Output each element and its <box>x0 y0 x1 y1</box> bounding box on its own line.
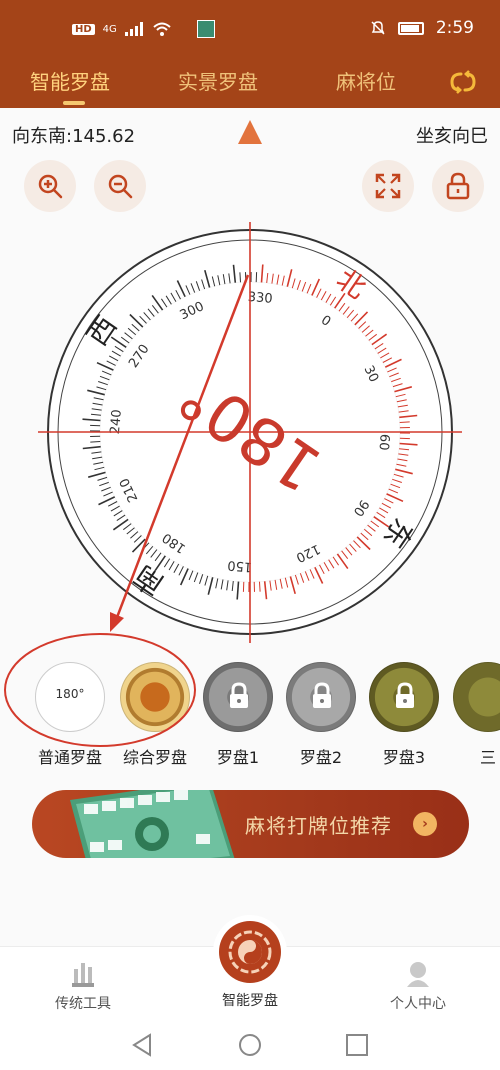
zoom-out-button[interactable] <box>94 160 146 212</box>
tools-icon <box>72 963 94 987</box>
compass-style-label: 三 <box>479 748 496 767</box>
zoom-in-icon <box>38 174 63 199</box>
user-avatar-icon <box>407 962 429 987</box>
compass-style-label: 罗盘2 <box>299 748 343 767</box>
compass-style-item[interactable]: 罗盘1 <box>198 658 278 768</box>
compass-degree-label: 60 <box>375 433 391 451</box>
compass-style-item[interactable]: 罗盘2 <box>281 658 361 768</box>
compass-tick <box>239 272 241 283</box>
back-icon[interactable] <box>130 1032 156 1058</box>
status-left: HD 4G <box>72 20 215 38</box>
compass-degree-label: 150 <box>227 557 253 574</box>
compass-dial[interactable]: 0306090120150180210240270300330 东 南 西 北 … <box>30 220 470 645</box>
zoom-out-icon <box>108 174 133 199</box>
lock-icon <box>230 682 248 708</box>
tab-mahjong-seat[interactable]: 麻将位 <box>336 66 396 95</box>
compass-tick <box>90 441 101 443</box>
compass-style-thumbnail <box>453 662 500 732</box>
sitting-direction: 坐亥向巳 <box>416 126 488 147</box>
lock-icon <box>446 172 470 200</box>
nav-traditional-tools[interactable]: 传统工具 <box>23 959 143 1013</box>
compass-tick <box>399 421 410 423</box>
switch-icon[interactable] <box>446 68 480 96</box>
active-tab-indicator <box>63 101 85 105</box>
hd-badge: HD <box>72 23 95 35</box>
compass-degree-label: 330 <box>247 290 273 307</box>
direction-reading: 向东南:145.62 <box>12 126 136 147</box>
mahjong-recommend-banner[interactable]: 麻将打牌位推荐 › <box>32 790 469 858</box>
fullscreen-icon <box>375 173 401 199</box>
nav-personal-center[interactable]: 个人中心 <box>358 959 478 1013</box>
compass-style-label: 罗盘1 <box>216 748 260 767</box>
home-icon[interactable] <box>237 1032 263 1058</box>
recents-icon[interactable] <box>344 1032 370 1058</box>
lock-icon <box>396 682 414 708</box>
lock-button[interactable] <box>432 160 484 212</box>
fullscreen-button[interactable] <box>362 160 414 212</box>
nav-right-label: 个人中心 <box>390 996 446 1012</box>
nav-smart-compass[interactable] <box>213 915 287 989</box>
wifi-icon <box>153 22 171 36</box>
compass-style-label: 综合罗盘 <box>122 748 187 767</box>
compass-style-thumbnail <box>203 662 273 732</box>
compass-style-item[interactable]: 综合罗盘 <box>115 658 195 768</box>
yin-yang-icon <box>219 921 281 983</box>
app-thumbnail-icon <box>196 20 215 38</box>
signal-icon <box>124 22 143 36</box>
compass-style-thumbnail <box>369 662 439 732</box>
status-right: 2:59 <box>370 18 474 38</box>
compass-degree-label: 240 <box>108 409 125 435</box>
compass-style-label: 普通罗盘 <box>37 748 102 767</box>
lock-icon <box>313 682 331 708</box>
mute-bell-icon <box>371 21 385 35</box>
compass-style-item[interactable]: 罗盘3 <box>364 658 444 768</box>
compass-style-item[interactable]: 180° 普通罗盘 <box>30 658 110 768</box>
compass-style-item[interactable]: 三 <box>448 658 500 768</box>
compass-tick <box>259 581 261 592</box>
pointer-triangle-icon <box>238 120 262 144</box>
system-nav-bar <box>0 1022 500 1070</box>
battery-icon <box>397 21 424 35</box>
status-time: 2:59 <box>435 18 474 38</box>
mahjong-tiles-illustration <box>70 790 235 858</box>
compass-style-label: 罗盘3 <box>382 748 426 767</box>
status-bar: HD 4G 2:59 <box>0 0 500 58</box>
top-tab-bar: 智能罗盘 实景罗盘 麻将位 <box>0 58 500 108</box>
tab-live-compass[interactable]: 实景罗盘 <box>178 66 258 95</box>
nav-left-label: 传统工具 <box>55 996 111 1012</box>
zoom-in-button[interactable] <box>24 160 76 212</box>
compass-style-list: 180° 普通罗盘 综合罗盘 罗盘1 罗盘2 罗盘3 三 <box>0 658 500 778</box>
compass-style-thumbnail: 180° <box>35 662 105 732</box>
tab-smart-compass[interactable]: 智能罗盘 <box>30 66 110 95</box>
arrow-right-icon: › <box>413 812 437 836</box>
nav-center-label: 智能罗盘 <box>222 993 278 1009</box>
compass-style-thumbnail <box>120 662 190 732</box>
network-type: 4G <box>102 23 117 35</box>
banner-text: 麻将打牌位推荐 <box>245 814 392 838</box>
thumbnail-reading: 180° <box>55 687 85 701</box>
compass-style-thumbnail <box>286 662 356 732</box>
